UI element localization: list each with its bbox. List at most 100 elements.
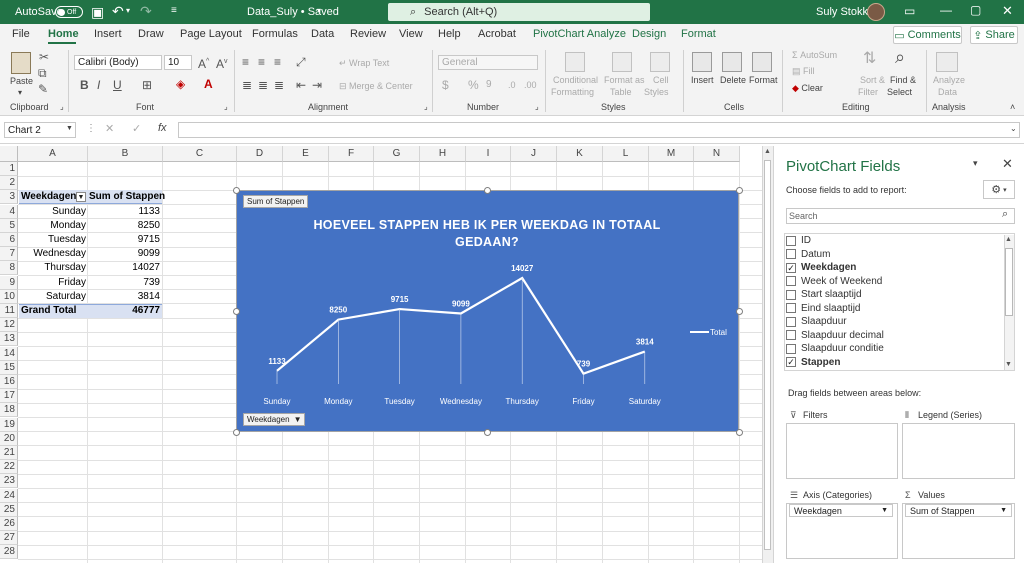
row-header-18[interactable]: 18 — [0, 403, 18, 418]
chart-resize-handle[interactable] — [233, 429, 240, 436]
chart-resize-handle[interactable] — [233, 187, 240, 194]
field-item[interactable]: Slaapduur — [786, 316, 847, 327]
tab-insert[interactable]: Insert — [94, 28, 122, 40]
cell-styles-label-2[interactable]: Styles — [644, 87, 669, 97]
delete-cells-label[interactable]: Delete — [720, 75, 746, 85]
field-list-scroll-down-icon[interactable]: ▼ — [1005, 361, 1012, 368]
analyze-data-label-2[interactable]: Data — [938, 87, 957, 97]
pivot-row-label[interactable]: Thursday — [19, 261, 86, 275]
field-item[interactable]: Start slaaptijd — [786, 289, 862, 300]
insert-cells-icon[interactable] — [692, 52, 712, 72]
field-search-input[interactable]: Search — [786, 208, 1015, 224]
row-header-22[interactable]: 22 — [0, 460, 18, 475]
grand-total-value[interactable]: 46777 — [88, 304, 160, 318]
column-header-F[interactable]: F — [329, 146, 374, 162]
sort-filter-label-2[interactable]: Filter — [858, 87, 878, 97]
column-header-I[interactable]: I — [466, 146, 511, 162]
row-header-28[interactable]: 28 — [0, 545, 18, 560]
analyze-data-icon[interactable] — [936, 52, 958, 72]
pivot-row-value[interactable]: 739 — [88, 276, 160, 290]
data-label[interactable]: 9099 — [452, 299, 470, 308]
column-header-K[interactable]: K — [557, 146, 603, 162]
format-as-table-label-2[interactable]: Table — [610, 87, 632, 97]
font-size-select[interactable]: 10 — [164, 55, 192, 70]
column-header-N[interactable]: N — [694, 146, 740, 162]
row-header-26[interactable]: 26 — [0, 517, 18, 531]
underline-button[interactable]: U — [113, 78, 122, 92]
insert-function-icon[interactable]: fx — [158, 122, 167, 134]
column-header-H[interactable]: H — [420, 146, 466, 162]
row-header-14[interactable]: 14 — [0, 346, 18, 361]
row-header-3[interactable]: 3 — [0, 190, 18, 205]
maximize-icon[interactable]: ▢ — [970, 3, 981, 17]
format-as-table-icon[interactable] — [612, 52, 632, 72]
x-tick-label[interactable]: Wednesday — [440, 397, 482, 406]
checkbox[interactable] — [786, 235, 796, 246]
tab-design[interactable]: Design — [632, 28, 666, 40]
x-tick-label[interactable]: Monday — [324, 397, 352, 406]
legend-area[interactable] — [902, 423, 1015, 479]
font-name-select[interactable]: Calibri (Body) — [74, 55, 162, 70]
column-header-A[interactable]: A — [18, 146, 88, 162]
collapse-ribbon-icon[interactable]: ˄ — [1010, 102, 1015, 112]
alignment-launcher-icon[interactable]: ⌟ — [424, 102, 428, 111]
font-launcher-icon[interactable]: ⌟ — [224, 102, 228, 111]
pivot-header-sum[interactable]: Sum of Stappen — [89, 190, 165, 204]
field-search-icon[interactable]: ⌕ — [1002, 208, 1008, 221]
increase-indent-icon[interactable]: ⇥ — [312, 78, 322, 92]
save-icon[interactable]: ▣ — [91, 4, 104, 21]
paste-dropdown-icon[interactable]: ▾ — [18, 88, 22, 97]
pivot-chart[interactable]: Sum of Stappen HOEVEEL STAPPEN HEB IK PE… — [236, 190, 739, 432]
sort-filter-icon[interactable]: ⇅ — [863, 51, 876, 67]
row-header-8[interactable]: 8 — [0, 261, 18, 276]
chart-resize-handle[interactable] — [484, 187, 491, 194]
row-header-6[interactable]: 6 — [0, 233, 18, 247]
bold-button[interactable]: B — [80, 78, 89, 92]
checkbox[interactable] — [786, 316, 796, 327]
row-header-9[interactable]: 9 — [0, 275, 18, 290]
data-label[interactable]: 1133 — [268, 357, 286, 366]
format-cells-label[interactable]: Format — [749, 75, 778, 85]
pivot-row-label[interactable]: Tuesday — [19, 233, 86, 247]
format-cells-icon[interactable] — [752, 52, 772, 72]
decrease-font-icon[interactable]: Av — [216, 55, 228, 71]
row-header-12[interactable]: 12 — [0, 318, 18, 333]
tab-draw[interactable]: Draw — [138, 28, 164, 40]
file-title[interactable]: Data_Suly • Saved — [247, 6, 339, 18]
autosave-toggle[interactable]: Off — [55, 6, 83, 18]
tab-help[interactable]: Help — [438, 28, 461, 40]
fill-button[interactable]: ▤ Fill — [792, 66, 815, 77]
row-header-25[interactable]: 25 — [0, 502, 18, 517]
clear-button[interactable]: ◆ Clear — [792, 83, 823, 94]
field-list-thumb[interactable] — [1005, 248, 1013, 316]
pane-settings-button[interactable]: ⚙ ▾ — [983, 180, 1015, 199]
align-center-icon[interactable]: ≣ — [258, 78, 268, 92]
borders-icon[interactable]: ⊞ — [142, 78, 152, 92]
number-launcher-icon[interactable]: ⌟ — [535, 102, 539, 111]
paste-icon[interactable] — [11, 52, 31, 74]
data-label[interactable]: 3814 — [636, 338, 654, 347]
pane-close-icon[interactable]: ✕ — [1002, 156, 1013, 172]
pivot-row-value[interactable]: 9099 — [88, 247, 160, 261]
customize-qat-icon[interactable]: ≡ — [171, 5, 177, 16]
cancel-icon[interactable]: ✕ — [105, 122, 114, 135]
row-header-2[interactable]: 2 — [0, 176, 18, 191]
decrease-decimal-icon[interactable]: .00 — [524, 78, 537, 92]
redo-icon[interactable]: ↷ — [140, 3, 152, 20]
pivot-row-value[interactable]: 14027 — [88, 261, 160, 275]
name-box-dropdown-icon[interactable]: ▼ — [66, 125, 73, 132]
cell-styles-label[interactable]: Cell — [653, 75, 669, 85]
comma-icon[interactable]: 9 — [486, 78, 492, 92]
row-header-7[interactable]: 7 — [0, 247, 18, 262]
axis-field-item[interactable]: Weekdagen ▼ — [789, 504, 893, 517]
currency-icon[interactable]: $ — [442, 78, 449, 92]
row-header-11[interactable]: 11 — [0, 304, 18, 318]
copy-icon[interactable]: ⧉ — [38, 66, 47, 80]
search-box[interactable]: ⌕ Search (Alt+Q) — [388, 3, 650, 21]
select-all-corner[interactable] — [0, 146, 18, 162]
enter-icon[interactable]: ✓ — [132, 122, 141, 135]
increase-font-icon[interactable]: A^ — [198, 55, 209, 71]
minimize-icon[interactable]: — — [940, 3, 952, 17]
checked-checkbox[interactable]: ✓ — [786, 357, 796, 367]
row-header-10[interactable]: 10 — [0, 289, 18, 304]
